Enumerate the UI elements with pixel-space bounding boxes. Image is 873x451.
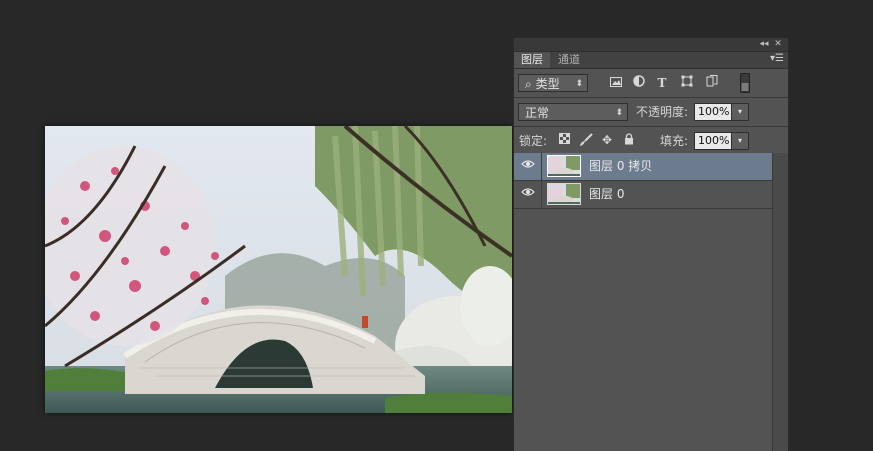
close-panel-button[interactable]: ✕ xyxy=(772,38,784,51)
smart-object-filter-icon[interactable] xyxy=(704,75,720,91)
fill-input[interactable]: 100% xyxy=(694,132,732,150)
up-down-arrow-icon: ⬍ xyxy=(615,108,623,118)
filter-toggle-icon[interactable] xyxy=(737,73,753,93)
type-filter-icon[interactable]: T xyxy=(654,75,670,91)
canvas-image xyxy=(45,126,512,413)
eye-icon[interactable] xyxy=(520,187,536,201)
panel-scrollbar[interactable] xyxy=(772,153,788,451)
search-icon: ⌕ xyxy=(525,77,532,91)
layers-list: 图层 0 拷贝 图层 0 xyxy=(514,153,773,209)
lock-row: 锁定: ✥ 填充: 100% ▾ xyxy=(514,127,788,156)
layer-thumbnail xyxy=(547,183,581,205)
filter-row: ⌕ 类型 ⬍ T xyxy=(514,69,788,98)
layer-name[interactable]: 图层 0 xyxy=(589,181,624,208)
panel-tabs: 图层 通道 ▾☰ xyxy=(514,52,788,69)
opacity-dropdown-button[interactable]: ▾ xyxy=(731,103,749,121)
layer-name[interactable]: 图层 0 拷贝 xyxy=(589,153,652,180)
fill-label: 填充: xyxy=(660,134,689,148)
collapse-panel-button[interactable]: ◂◂ xyxy=(758,38,770,51)
document-canvas[interactable] xyxy=(45,126,512,413)
lock-pixels-brush-icon[interactable] xyxy=(579,133,593,147)
blend-mode-value: 正常 xyxy=(525,106,550,120)
tab-layers[interactable]: 图层 xyxy=(514,52,550,68)
panel-title-bar[interactable]: ◂◂ ✕ xyxy=(514,38,788,52)
blend-row: 正常 ⬍ 不透明度: 100% ▾ xyxy=(514,98,788,127)
layer-row[interactable]: 图层 0 xyxy=(514,181,773,209)
layer-thumbnail xyxy=(547,155,581,177)
divider xyxy=(541,153,542,180)
filter-kind-label: 类型 xyxy=(535,77,560,91)
shape-filter-icon[interactable] xyxy=(679,75,695,91)
lock-transparency-icon[interactable] xyxy=(557,133,571,147)
divider xyxy=(541,181,542,208)
layers-panel: ◂◂ ✕ 图层 通道 ▾☰ ⌕ 类型 ⬍ T 正常 ⬍ 不透明度: 100% ▾… xyxy=(513,38,789,451)
up-down-arrow-icon: ⬍ xyxy=(575,79,583,89)
tab-channels[interactable]: 通道 xyxy=(551,52,587,68)
fill-dropdown-button[interactable]: ▾ xyxy=(731,132,749,150)
lock-label: 锁定: xyxy=(519,134,548,148)
blend-mode-dropdown[interactable]: 正常 ⬍ xyxy=(518,103,628,121)
adjustment-filter-icon[interactable] xyxy=(631,75,647,91)
image-filter-icon[interactable] xyxy=(608,75,624,91)
panel-menu-icon[interactable]: ▾☰ xyxy=(770,53,784,64)
opacity-label: 不透明度: xyxy=(636,105,689,119)
eye-icon[interactable] xyxy=(520,159,536,173)
filter-kind-dropdown[interactable]: ⌕ 类型 ⬍ xyxy=(518,74,588,92)
lock-all-padlock-icon[interactable] xyxy=(622,133,636,147)
opacity-input[interactable]: 100% xyxy=(694,103,732,121)
layer-row[interactable]: 图层 0 拷贝 xyxy=(514,153,773,181)
lock-position-move-icon[interactable]: ✥ xyxy=(600,133,614,147)
